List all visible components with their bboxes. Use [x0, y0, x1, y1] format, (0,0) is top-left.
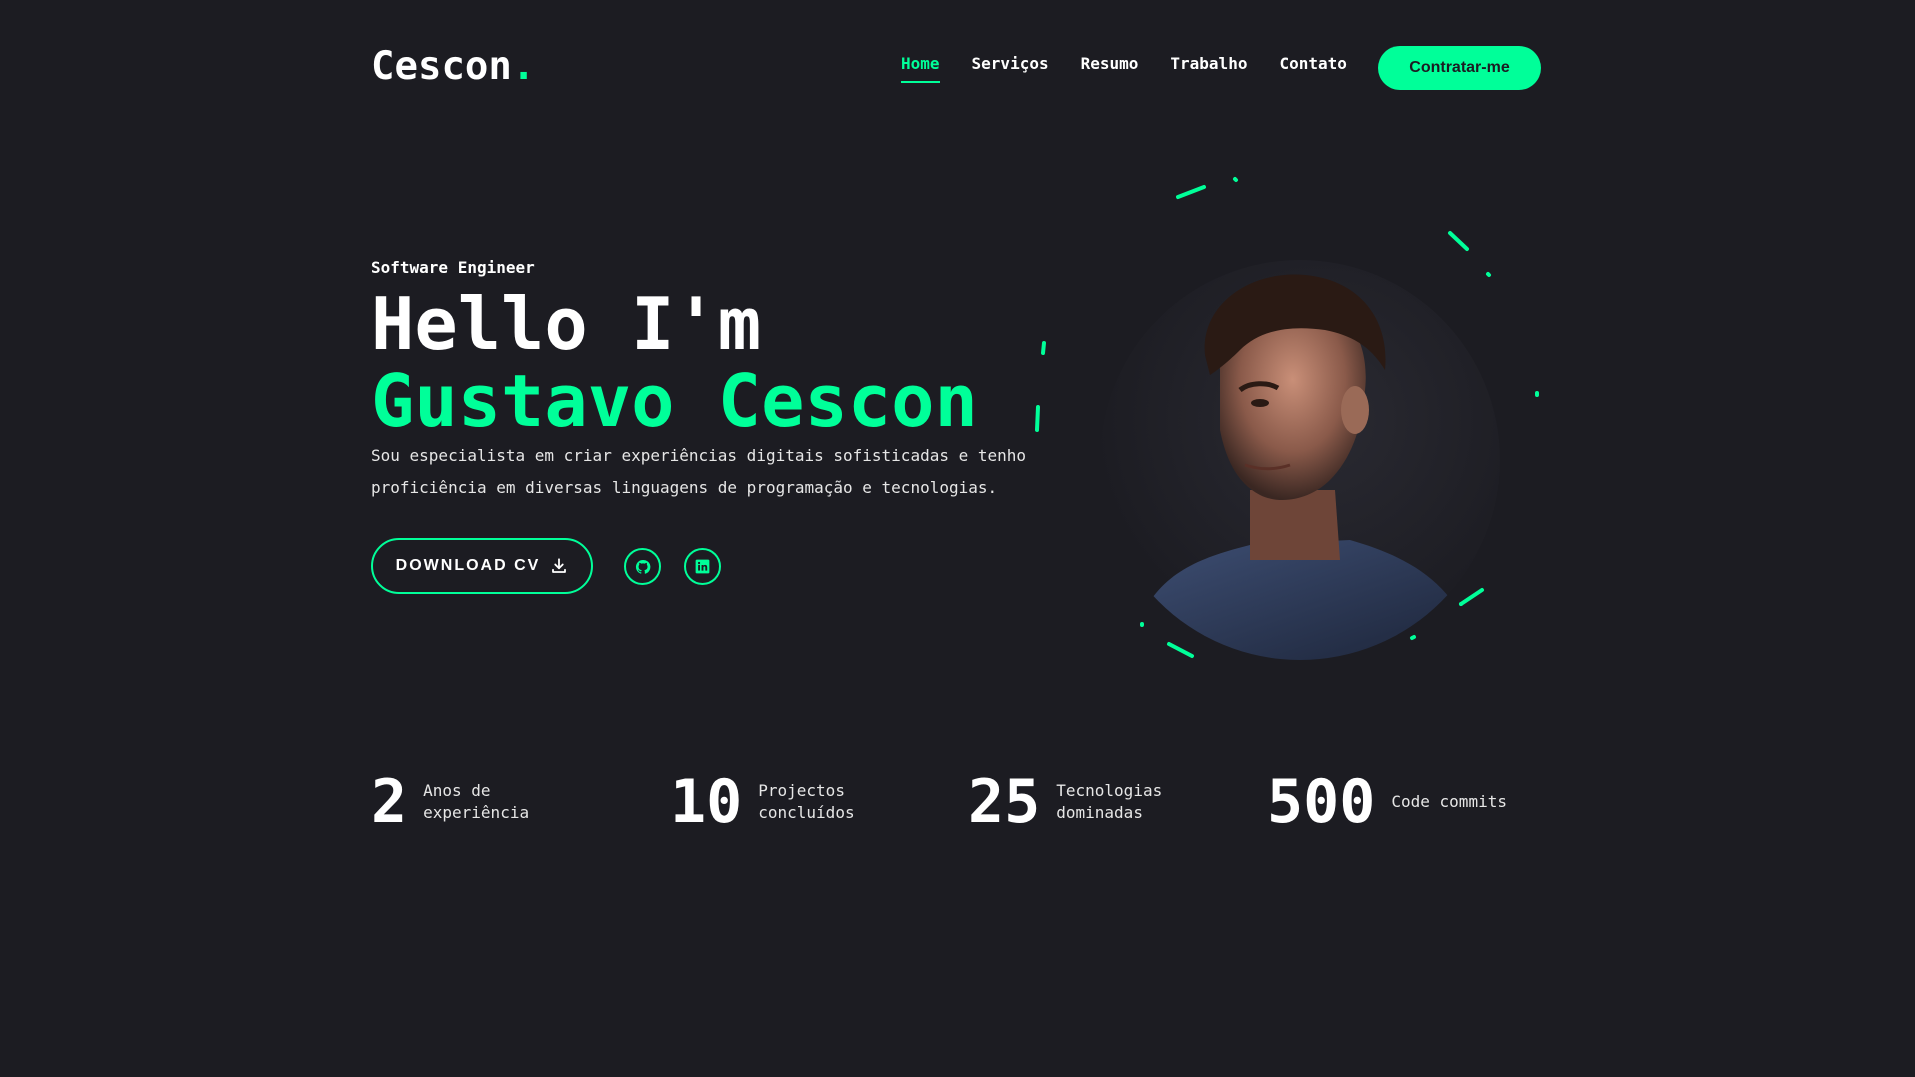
hero-role: Software Engineer	[371, 258, 535, 277]
logo-dot: .	[511, 44, 536, 89]
download-cv-label: DOWNLOAD CV	[395, 557, 541, 574]
nav-resumo[interactable]: Resumo	[1081, 54, 1139, 77]
main-nav: Home Serviços Resumo Trabalho Contato	[901, 54, 1347, 83]
hero-greeting: Hello I'm	[371, 282, 762, 366]
hero-photo-area	[1020, 170, 1560, 700]
linkedin-link[interactable]	[684, 548, 721, 585]
stat-value: 2	[371, 767, 408, 837]
stat-label: Tecnologias dominadas	[1056, 781, 1163, 822]
portrait-image	[1130, 274, 1480, 660]
hire-button[interactable]: Contratar-me	[1378, 46, 1541, 90]
nav-contato[interactable]: Contato	[1279, 54, 1346, 77]
stat-technologies: 25 Tecnologias dominadas	[968, 770, 1186, 834]
stat-label: Code commits	[1391, 792, 1507, 811]
nav-home[interactable]: Home	[901, 54, 940, 83]
hero-description: Sou especialista em criar experiências d…	[371, 446, 1027, 497]
nav-servicos[interactable]: Serviços	[972, 54, 1049, 77]
download-icon	[552, 558, 567, 573]
stat-label: Projectos concluídos	[758, 781, 855, 822]
stat-value: 500	[1267, 767, 1376, 837]
github-link[interactable]	[624, 548, 661, 585]
stat-label: Anos de experiência	[423, 781, 530, 822]
hero-name: Gustavo Cescon	[371, 359, 978, 443]
stat-experience: 2 Anos de experiência	[371, 770, 553, 834]
site-logo[interactable]: Cescon.	[371, 44, 535, 89]
linkedin-icon	[695, 559, 710, 574]
stat-commits: 500 Code commits	[1267, 770, 1521, 834]
stat-value: 25	[968, 767, 1041, 837]
logo-text: Cescon	[371, 44, 512, 89]
nav-trabalho[interactable]: Trabalho	[1170, 54, 1247, 77]
profile-photo	[1100, 260, 1500, 660]
page: Cescon. Home Serviços Resumo Trabalho Co…	[0, 0, 1915, 1077]
download-cv-button[interactable]: DOWNLOAD CV	[371, 538, 593, 594]
github-icon	[635, 559, 650, 574]
stat-value: 10	[670, 767, 743, 837]
stat-projects: 10 Projectos concluídos	[670, 770, 888, 834]
